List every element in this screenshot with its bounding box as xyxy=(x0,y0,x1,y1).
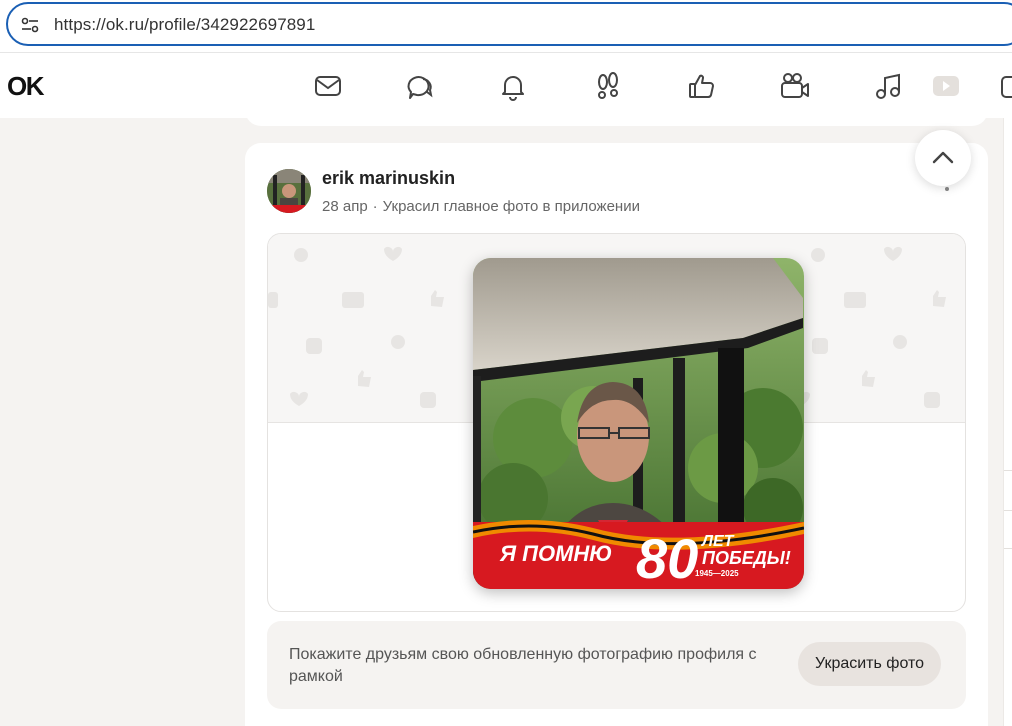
post-action-text: Украсил главное фото в приложении xyxy=(382,198,640,215)
scroll-to-top-button[interactable] xyxy=(915,130,971,186)
chat-icon[interactable] xyxy=(403,69,437,103)
mail-icon[interactable] xyxy=(311,69,345,103)
music-icon[interactable] xyxy=(871,69,905,103)
author-name[interactable]: erik marinuskin xyxy=(322,168,455,189)
address-bar[interactable]: https://ok.ru/profile/342922697891 xyxy=(6,2,1012,46)
promo-text: Покажите друзьям свою обновленную фотогр… xyxy=(289,646,757,685)
promo-box: Покажите друзьям свою обновленную фотогр… xyxy=(267,621,966,709)
banner-number: 80 xyxy=(636,527,698,589)
thumbs-up-icon[interactable] xyxy=(685,69,719,103)
chevron-up-icon xyxy=(932,151,954,164)
photo-frame: Я ПОМНЮ 80 ЛЕТ ПОБЕДЫ! 1945—2025 xyxy=(267,233,966,612)
previous-feed-card xyxy=(245,110,988,126)
site-info-icon[interactable] xyxy=(20,15,40,35)
ok-logo[interactable]: OK xyxy=(7,71,45,102)
browser-toolbar: https://ok.ru/profile/342922697891 xyxy=(0,0,1012,52)
banner-left-text: Я ПОМНЮ xyxy=(499,541,612,566)
author-avatar[interactable] xyxy=(267,169,311,213)
post-meta: 28 апр · Украсил главное фото в приложении xyxy=(322,198,640,215)
url-text[interactable]: https://ok.ru/profile/342922697891 xyxy=(54,15,315,35)
feed-post: erik marinuskin 28 апр · Украсил главное ф… xyxy=(245,143,988,726)
banner-right-line2: ПОБЕДЫ! xyxy=(702,548,791,568)
bell-icon[interactable] xyxy=(496,69,530,103)
video-play-icon[interactable] xyxy=(928,69,962,103)
post-menu-icon[interactable] xyxy=(945,187,949,191)
profile-photo[interactable]: Я ПОМНЮ 80 ЛЕТ ПОБЕДЫ! 1945—2025 xyxy=(473,258,804,589)
banner-years: 1945—2025 xyxy=(695,569,739,578)
right-sidebar xyxy=(1003,118,1012,726)
more-icon[interactable] xyxy=(995,69,1012,103)
footprints-icon[interactable] xyxy=(591,69,625,103)
post-date[interactable]: 28 апр xyxy=(322,198,368,215)
video-camera-icon[interactable] xyxy=(778,69,812,103)
site-header: OK xyxy=(0,52,1012,118)
decorate-photo-button[interactable]: Украсить фото xyxy=(798,642,942,686)
